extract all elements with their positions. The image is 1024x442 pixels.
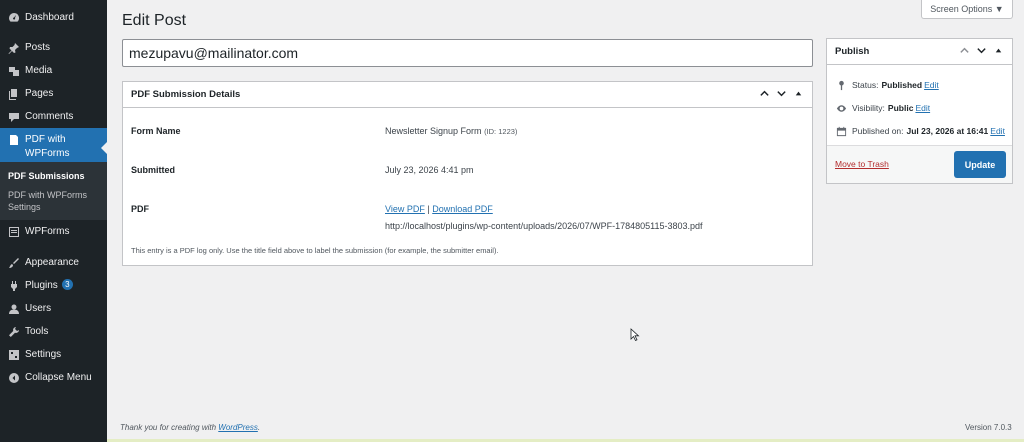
visibility-value: Public [887, 103, 914, 113]
move-up-icon[interactable] [758, 88, 770, 101]
post-title-input[interactable] [122, 39, 813, 67]
pin-icon [835, 79, 847, 91]
sidebar-item-label: Media [25, 65, 53, 76]
submenu-item-pdf-submissions[interactable]: PDF Submissions [8, 170, 85, 182]
sidebar-item-settings[interactable]: Settings [0, 348, 107, 362]
footer-thanks: Thank you for creating with WordPress. [120, 423, 260, 432]
sidebar-item-label: Posts [25, 42, 51, 53]
move-down-icon[interactable] [775, 88, 787, 101]
edit-status-link[interactable]: Edit [924, 80, 939, 90]
sidebar-item-comments[interactable]: Comments [0, 110, 107, 124]
form-id: (ID: 1223) [484, 127, 518, 136]
pages-icon [8, 88, 20, 100]
submitted-label: Submitted [131, 165, 175, 175]
published-label: Published on: [852, 126, 904, 136]
pdf-details-postbox: PDF Submission Details Form Name Newslet… [122, 81, 813, 266]
sidebar-item-pages[interactable]: Pages [0, 87, 107, 101]
brush-icon [8, 257, 20, 269]
move-up-icon[interactable] [958, 45, 970, 58]
sidebar-item-label: PDF with WPForms [25, 134, 70, 159]
pdf-log-note: This entry is a PDF log only. Use the ti… [131, 246, 499, 255]
sidebar-item-label: WPForms [25, 226, 70, 237]
sidebar-item-media[interactable]: Media [0, 64, 107, 78]
sidebar-item-label: Collapse Menu [25, 372, 92, 383]
download-pdf-link[interactable]: Download PDF [432, 204, 493, 214]
sidebar-item-tools[interactable]: Tools [0, 325, 107, 339]
mouse-cursor-icon [630, 328, 640, 342]
published-on-row: Published on: Jul 23, 2026 at 16:41 Edit [835, 125, 1005, 137]
admin-sidebar: Dashboard Posts Media Pages Comments PDF… [0, 0, 107, 442]
screen-options-button[interactable]: Screen Options ▼ [921, 0, 1013, 19]
collapse-menu-button[interactable]: Collapse Menu [0, 371, 107, 385]
toggle-panel-icon[interactable] [792, 88, 804, 101]
pdf-url: http://localhost/plugins/wp-content/uplo… [385, 221, 703, 231]
postbox-header: PDF Submission Details [123, 82, 812, 108]
sidebar-item-label: Plugins [25, 280, 58, 291]
plugin-icon [8, 280, 20, 292]
dashboard-icon [8, 12, 20, 24]
published-value: Jul 23, 2026 at 16:41 [906, 126, 989, 136]
edit-date-link[interactable]: Edit [990, 126, 1005, 136]
visibility-row: Visibility: Public Edit [835, 102, 930, 114]
pushpin-icon [8, 42, 20, 54]
wpforms-icon [8, 226, 20, 238]
footer-thanks-suffix: . [257, 423, 261, 432]
status-value: Published [881, 80, 923, 90]
status-row: Status: Published Edit [835, 79, 939, 91]
sidebar-item-label: Tools [25, 326, 49, 337]
sidebar-item-posts[interactable]: Posts [0, 41, 107, 55]
sidebar-item-plugins[interactable]: Plugins 3 [0, 279, 107, 293]
sidebar-submenu: PDF Submissions PDF with WPForms Setting… [0, 162, 107, 220]
user-icon [8, 303, 20, 315]
sidebar-item-label: Dashboard [25, 12, 74, 23]
form-name-value: Newsletter Signup Form (ID: 1223) [385, 126, 517, 136]
sidebar-item-appearance[interactable]: Appearance [0, 256, 107, 270]
plugins-update-badge: 3 [61, 279, 73, 290]
comment-icon [8, 111, 20, 123]
calendar-icon [835, 125, 847, 137]
link-separator: | [427, 204, 430, 214]
edit-visibility-link[interactable]: Edit [915, 103, 930, 113]
form-name-text: Newsletter Signup Form [385, 126, 482, 136]
media-icon [8, 65, 20, 77]
sidebar-item-label: Comments [25, 111, 74, 122]
sidebar-item-dashboard[interactable]: Dashboard [0, 11, 107, 25]
visibility-label: Visibility: [852, 103, 885, 113]
pdf-links: View PDF | Download PDF [385, 204, 493, 214]
sidebar-item-pdf-with-wpforms[interactable]: PDF with WPForms [0, 128, 107, 162]
pdf-label: PDF [131, 204, 149, 214]
update-button[interactable]: Update [954, 151, 1006, 178]
active-menu-notch [101, 142, 107, 154]
publish-title: Publish [835, 46, 870, 57]
postbox-header: Publish [827, 39, 1012, 65]
page-title: Edit Post [122, 12, 187, 29]
eye-icon [835, 102, 847, 114]
sidebar-item-label: Appearance [25, 257, 79, 268]
sidebar-item-label: Pages [25, 88, 54, 99]
wordpress-link[interactable]: WordPress [218, 423, 258, 432]
postbox-title: PDF Submission Details [131, 89, 241, 100]
collapse-icon [8, 372, 20, 384]
sidebar-item-wpforms[interactable]: WPForms [0, 225, 107, 239]
toggle-panel-icon[interactable] [992, 45, 1004, 58]
publish-postbox: Publish Status: Published Edit Visibilit… [826, 38, 1013, 184]
move-down-icon[interactable] [975, 45, 987, 58]
wrench-icon [8, 326, 20, 338]
settings-icon [8, 349, 20, 361]
view-pdf-link[interactable]: View PDF [385, 204, 425, 214]
sidebar-item-label: Settings [25, 349, 62, 360]
pdf-icon [8, 134, 20, 146]
submitted-value: July 23, 2026 4:41 pm [385, 165, 474, 175]
submenu-item-pdf-settings[interactable]: PDF with WPForms Settings [8, 189, 98, 213]
footer-version: Version 7.0.3 [965, 423, 1012, 432]
status-label: Status: [852, 80, 879, 90]
move-to-trash-link[interactable]: Move to Trash [835, 159, 889, 169]
form-name-label: Form Name [131, 126, 181, 136]
publish-actions: Move to Trash Update [827, 145, 1012, 183]
footer-thanks-text: Thank you for creating with [120, 423, 217, 432]
sidebar-item-users[interactable]: Users [0, 302, 107, 316]
sidebar-item-label: Users [25, 303, 52, 314]
